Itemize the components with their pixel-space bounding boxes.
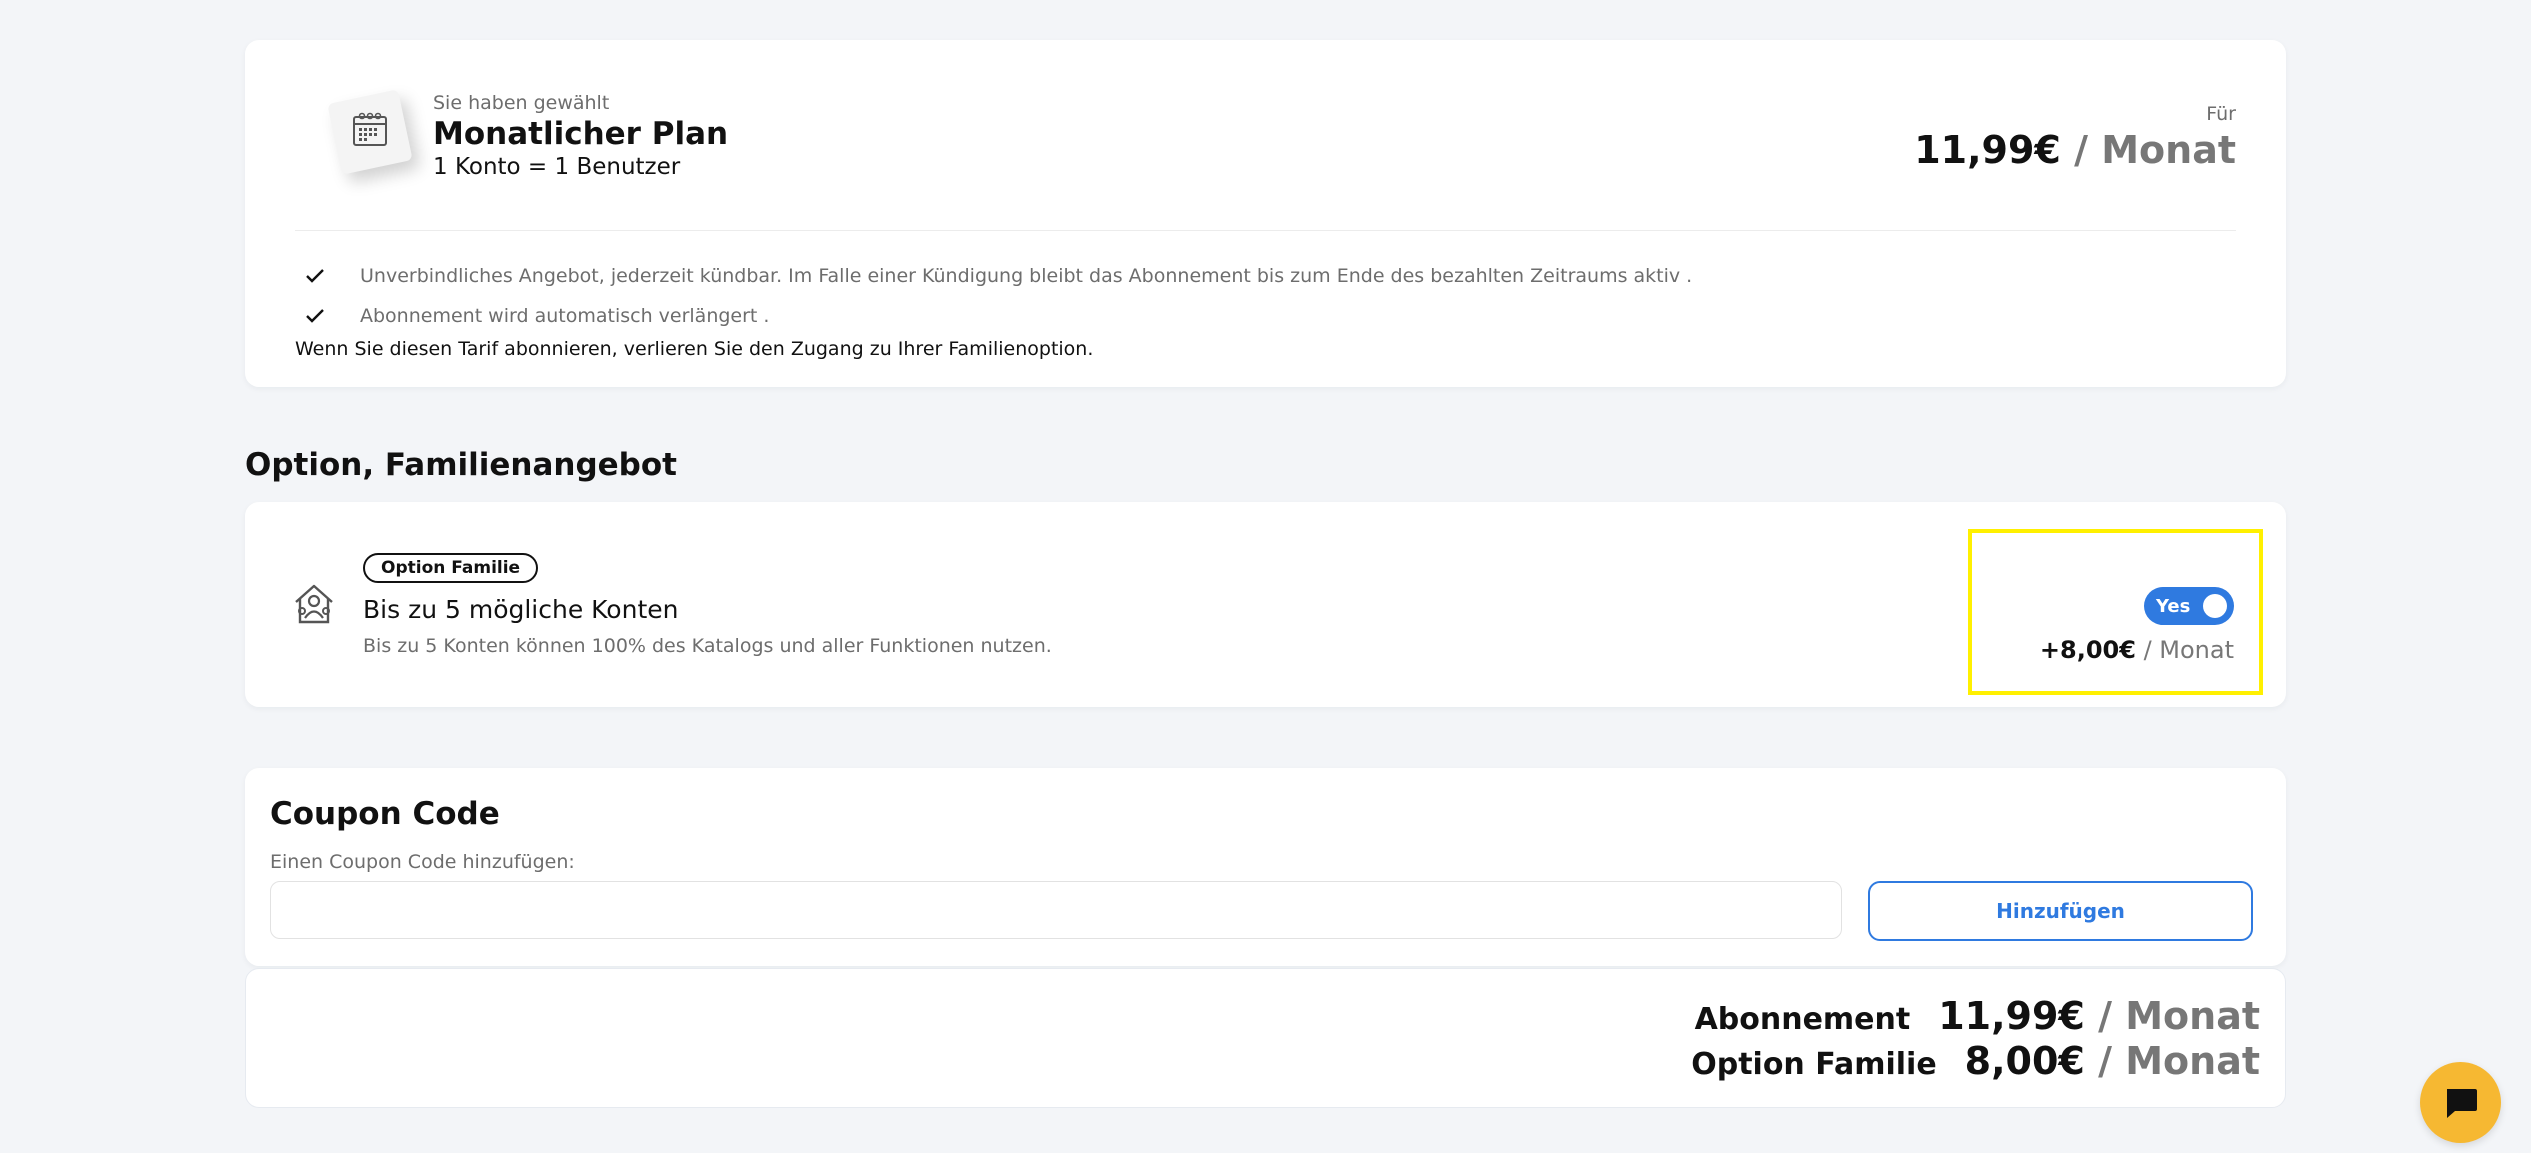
summary-label: Option Familie bbox=[1691, 1047, 1937, 1082]
plan-name: Monatlicher Plan bbox=[433, 116, 729, 152]
family-description: Bis zu 5 Konten können 100% des Katalogs… bbox=[363, 635, 1052, 657]
family-section-title: Option, Familienangebot bbox=[245, 447, 677, 483]
family-house-icon bbox=[290, 580, 338, 632]
summary-price-amount: 11,99€ bbox=[1938, 994, 2085, 1038]
coupon-card: Coupon Code Einen Coupon Code hinzufügen… bbox=[245, 768, 2286, 966]
toggle-label: Yes bbox=[2156, 595, 2191, 617]
check-icon bbox=[305, 268, 335, 284]
divider bbox=[295, 230, 2236, 231]
summary-price: 11,99€ / Monat bbox=[1938, 994, 2260, 1038]
coupon-title: Coupon Code bbox=[270, 796, 500, 832]
plan-price-unit: / Monat bbox=[2074, 128, 2236, 172]
plan-price: 11,99€ / Monat bbox=[1914, 128, 2236, 172]
family-option-toggle[interactable]: Yes bbox=[2144, 587, 2234, 625]
plan-for-label: Für bbox=[2206, 103, 2236, 125]
plan-price-amount: 11,99€ bbox=[1914, 128, 2061, 172]
chat-button[interactable] bbox=[2420, 1062, 2501, 1143]
feature-item: Abonnement wird automatisch verlängert . bbox=[305, 305, 769, 327]
family-headline: Bis zu 5 mögliche Konten bbox=[363, 595, 679, 624]
check-icon bbox=[305, 308, 335, 324]
option-badge: Option Familie bbox=[363, 553, 539, 583]
plan-eyebrow: Sie haben gewählt bbox=[433, 92, 610, 114]
summary-label: Abonnement bbox=[1694, 1002, 1911, 1037]
summary-row: Option Familie 8,00€ / Monat bbox=[1691, 1039, 2260, 1083]
coupon-input[interactable] bbox=[270, 881, 1842, 939]
selected-plan-card: Sie haben gewählt Monatlicher Plan 1 Kon… bbox=[245, 40, 2286, 387]
add-coupon-button[interactable]: Hinzufügen bbox=[1868, 881, 2253, 941]
summary-price-unit: / Monat bbox=[2098, 1039, 2260, 1083]
summary-price-unit: / Monat bbox=[2098, 994, 2260, 1038]
family-price-amount: +8,00€ bbox=[2039, 636, 2136, 664]
highlight-box: Yes +8,00€ / Monat bbox=[1968, 529, 2263, 695]
summary-row: Abonnement 11,99€ / Monat bbox=[1695, 994, 2260, 1038]
summary-price-amount: 8,00€ bbox=[1964, 1039, 2085, 1083]
toggle-knob bbox=[2203, 594, 2227, 618]
family-price: +8,00€ / Monat bbox=[2040, 636, 2234, 664]
calendar-icon bbox=[320, 82, 420, 182]
order-summary: Abonnement 11,99€ / Monat Option Familie… bbox=[245, 968, 2286, 1108]
coupon-label: Einen Coupon Code hinzufügen: bbox=[270, 851, 575, 873]
feature-text: Abonnement wird automatisch verlängert . bbox=[360, 305, 770, 327]
plan-warning: Wenn Sie diesen Tarif abonnieren, verlie… bbox=[295, 338, 1094, 360]
family-price-unit: / Monat bbox=[2143, 636, 2234, 664]
plan-users: 1 Konto = 1 Benutzer bbox=[433, 154, 681, 180]
chat-bubble-icon bbox=[2446, 1088, 2477, 1118]
feature-item: Unverbindliches Angebot, jederzeit kündb… bbox=[305, 265, 1692, 287]
summary-price: 8,00€ / Monat bbox=[1965, 1039, 2260, 1083]
feature-text: Unverbindliches Angebot, jederzeit kündb… bbox=[360, 265, 1693, 287]
family-option-card: Option Familie Bis zu 5 mögliche Konten … bbox=[245, 502, 2286, 707]
